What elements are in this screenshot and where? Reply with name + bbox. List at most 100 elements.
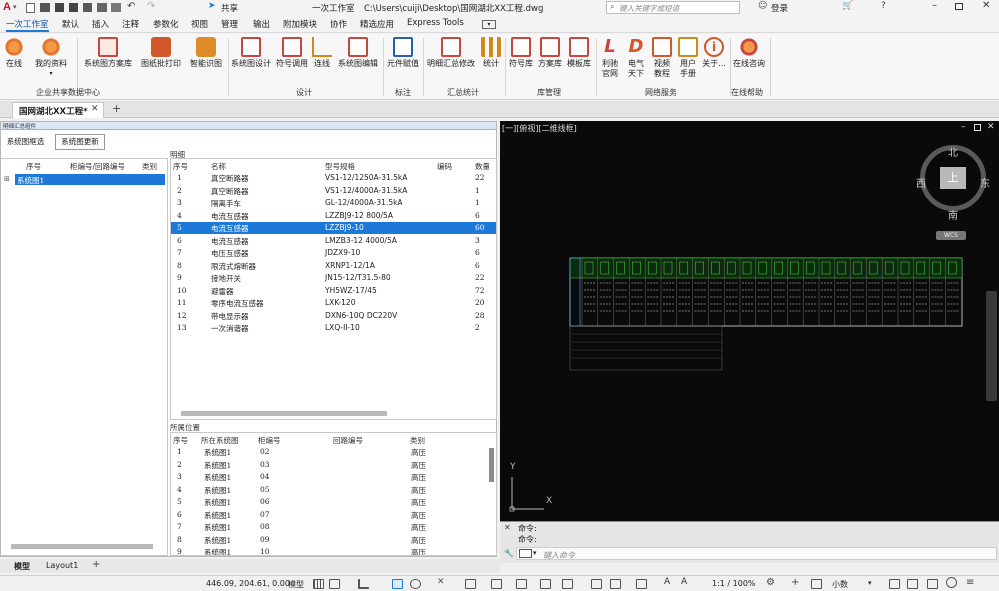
print-icon[interactable] [97,3,107,12]
location-row[interactable]: 7 系统图1 08 高压 [171,521,486,533]
lineweight-icon[interactable] [491,579,502,589]
lock-ui-icon[interactable] [907,579,918,589]
dynamic-ucs-icon[interactable] [591,579,602,589]
detail-row[interactable]: 4 电流互感器 LZZBJ9-12 800/5A 6 [171,210,496,222]
layout-tab-layout1[interactable]: Layout1 [46,561,78,570]
symbol-call-button[interactable]: 符号调用 [274,37,310,69]
location-row[interactable]: 6 系统图1 07 高压 [171,509,486,521]
customize-menu-icon[interactable]: ≡ [966,577,974,588]
gizmo-icon[interactable] [636,579,647,589]
detail-row[interactable]: 3 隔离手车 GL-12/4000A-31.5kA 1 [171,197,496,209]
video-tutorial-button[interactable]: 视频 教程 [650,37,674,79]
plot-icon[interactable] [111,3,121,12]
location-row[interactable]: 3 系统图1 04 高压 [171,471,486,483]
menu-tab-output[interactable]: 输出 [253,18,270,30]
close-icon[interactable]: ✕ [982,0,990,11]
menu-tab-parametric[interactable]: 参数化 [153,18,179,30]
detail-row[interactable]: 10 避雷器 YH5WZ-17/45 72 [171,285,496,297]
units-dropdown[interactable]: 小数 [832,579,848,590]
online-consult-button[interactable]: 在线咨询 [731,37,767,69]
location-row[interactable]: 8 系统图1 09 高压 [171,534,486,546]
detail-row[interactable]: 11 零序电流互感器 LXK-120 20 [171,297,496,309]
save-as-icon[interactable] [69,3,78,12]
update-system-button[interactable]: 系统图更新 [55,134,105,150]
login-button[interactable]: 登录 [771,2,788,14]
location-row[interactable]: 4 系统图1 05 高压 [171,484,486,496]
menu-tab-express-tools[interactable]: Express Tools [407,18,464,28]
command-input[interactable]: ▾ 键入命令 [516,547,997,560]
batch-print-button[interactable]: 图纸批打印 [139,37,183,69]
infer-icon[interactable] [358,579,369,589]
share-icon[interactable]: ➤ [208,1,216,11]
location-row[interactable]: 5 系统图1 06 高压 [171,496,486,508]
component-assign-button[interactable]: 元件赋值 [386,37,420,69]
scheme-lib-button[interactable]: 方案库 [536,37,564,69]
plus-icon[interactable]: + [791,577,799,588]
ortho-icon[interactable] [392,579,403,589]
detail-row[interactable]: 9 接地开关 JN15-12/T31.5-80 22 [171,272,496,284]
selection-filter-icon[interactable] [610,579,621,589]
location-row[interactable]: 9 系统图1 10 高压 [171,546,486,555]
command-chevron-icon[interactable]: ▾ [533,549,537,557]
selection-cycling-icon[interactable] [540,579,551,589]
annotation-visibility-icon[interactable]: A [664,577,675,587]
connect-line-button[interactable]: 连线 [311,37,333,69]
workspace-gear-icon[interactable]: ⚙ [766,577,775,588]
detail-scrollbar[interactable] [181,411,387,416]
grid-icon[interactable] [313,579,324,589]
lichi-website-button[interactable]: L 利驰 官网 [598,37,622,79]
clean-screen-icon[interactable] [946,577,957,588]
menu-tab-manage[interactable]: 管理 [221,18,238,30]
coordinates-readout[interactable]: 446.09, 204.61, 0.00 [206,579,290,588]
menu-tab-featured[interactable]: 精选应用 [360,18,394,30]
minimize-icon[interactable]: – [932,0,937,11]
scheme-library-button[interactable]: 系统图方案库 [82,37,134,69]
share-button[interactable]: 共享 [221,2,238,14]
electric-world-button[interactable]: D 电气 天下 [624,37,648,79]
detail-row[interactable]: 12 带电显示器 DXN6-10Q DC220V 28 [171,310,496,322]
ribbon-toggle-icon[interactable]: ▾ [482,20,496,29]
annotation-scale[interactable]: 1:1 / 100% [712,579,756,588]
detail-summary-button[interactable]: 明细汇总修改 [425,37,477,69]
otrack-icon[interactable] [465,579,476,589]
restore-icon[interactable] [955,3,963,10]
menu-tab-default[interactable]: 默认 [62,18,79,30]
units-chevron-icon[interactable]: ▾ [868,579,872,587]
location-scrollbar[interactable] [489,448,494,482]
user-icon[interactable]: ☺ [758,1,767,11]
symbol-library-button[interactable]: 符号库 [507,37,535,69]
osnap-icon[interactable]: ✕ [437,577,448,587]
location-row[interactable]: 2 系统图1 03 高压 [171,459,486,471]
user-manual-button[interactable]: 用户 手册 [676,37,700,79]
isolate-icon[interactable] [811,579,822,589]
detail-row[interactable]: 5 电流互感器 LZZBJ9-10 60 [171,222,496,234]
menu-tab-addons[interactable]: 附加模块 [283,18,317,30]
filter-system-button[interactable]: 系统图框选 [4,134,47,150]
about-button[interactable]: i 关于... [700,37,728,69]
app-menu-chevron-icon[interactable]: ▾ [13,3,17,11]
search-box[interactable]: ⌕ 键入关键字或短语 [606,1,740,14]
command-prompt-icon[interactable] [519,549,532,558]
app-logo-icon[interactable]: A [3,1,11,13]
hardware-acceleration-icon[interactable] [927,579,938,589]
menu-tab-collaborate[interactable]: 协作 [330,18,347,30]
document-tab[interactable]: 国网湖北XX工程* ✕ [12,102,104,118]
detail-row[interactable]: 2 真空断路器 VS1-12/4000A-31.5kA 1 [171,185,496,197]
cart-icon[interactable]: 🛒 [842,1,853,11]
model-space-toggle[interactable]: 模型 [288,579,304,590]
close-tab-icon[interactable]: ✕ [91,104,99,114]
detail-row[interactable]: 7 电压互感器 JDZX9-10 6 [171,247,496,259]
snap-icon[interactable] [329,579,340,589]
online-button[interactable]: 在线 [3,37,25,69]
detail-row[interactable]: 6 电流互感器 LMZB3-12 4000/5A 3 [171,235,496,247]
template-library-button[interactable]: 模板库 [565,37,593,69]
open-icon[interactable] [40,3,50,12]
detail-row[interactable]: 1 真空断路器 VS1-12/1250A-31.5kA 22 [171,172,496,184]
detail-row[interactable]: 8 限流式熔断器 XRNP1-12/1A 6 [171,260,496,272]
command-customize-icon[interactable]: 🔧 [504,549,514,558]
redo-icon[interactable]: ↷ [147,1,155,12]
command-close-icon[interactable]: ✕ [504,523,511,532]
menu-tab-insert[interactable]: 插入 [92,18,109,30]
system-design-button[interactable]: 系统图设计 [229,37,273,69]
help-icon[interactable]: ? [881,1,886,11]
